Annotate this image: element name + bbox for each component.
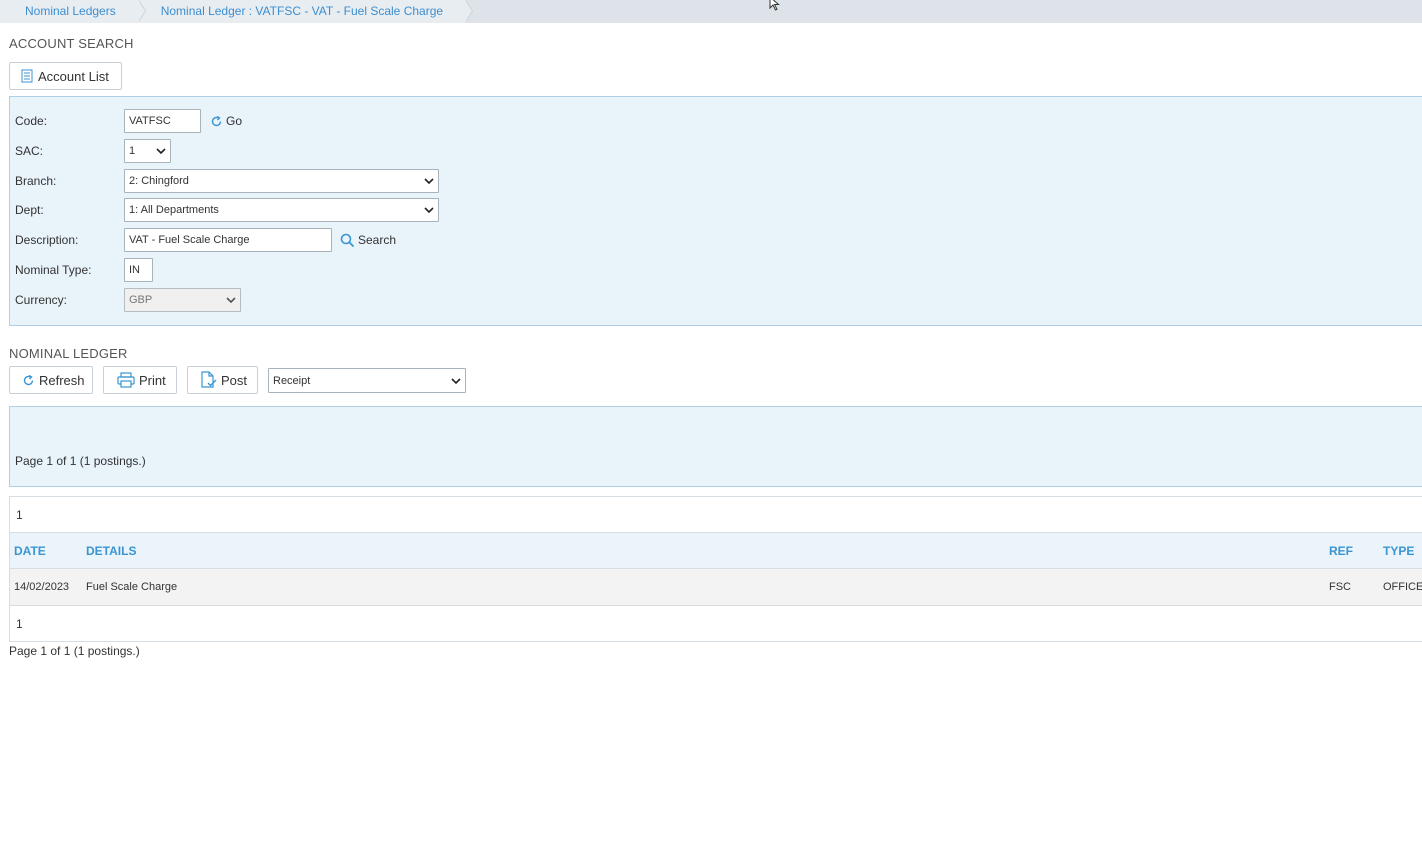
nominal-type-input[interactable]: IN (124, 258, 153, 282)
code-row: Code: VATFSC Go (15, 108, 615, 134)
sac-select[interactable]: 1 (124, 139, 171, 163)
chevron-down-icon (156, 148, 166, 154)
account-search-title: ACCOUNT SEARCH (9, 36, 134, 51)
footer-summary-text: Page 1 of 1 (1 postings.) (9, 644, 140, 658)
table-row[interactable]: 14/02/2023 Fuel Scale Charge FSC OFFICE (9, 569, 1422, 605)
cell-details: Fuel Scale Charge (86, 581, 178, 593)
post-label: Post (221, 372, 248, 388)
description-row: Description: VAT - Fuel Scale Charge Sea… (15, 227, 615, 253)
chevron-down-icon (451, 377, 461, 384)
dept-label: Dept: (15, 203, 44, 217)
top-pager: 1 (9, 496, 1422, 533)
print-label: Print (139, 372, 166, 388)
ledger-summary-text: Page 1 of 1 (1 postings.) (15, 454, 146, 468)
list-icon (20, 69, 34, 83)
ledger-summary-panel: Page 1 of 1 (1 postings.) (9, 406, 1422, 487)
breadcrumb-item-label[interactable]: Nominal Ledger : VATFSC - VAT - Fuel Sca… (161, 4, 443, 18)
go-button[interactable]: Go (210, 114, 242, 128)
description-input[interactable]: VAT - Fuel Scale Charge (124, 228, 332, 252)
search-icon (340, 233, 355, 248)
sac-label: SAC: (15, 144, 44, 158)
chevron-down-icon (424, 178, 434, 184)
currency-value: GBP (129, 294, 153, 306)
column-header-type[interactable]: TYPE (1383, 533, 1414, 569)
nominal-type-label: Nominal Type: (15, 263, 92, 277)
account-search-panel: Code: VATFSC Go SAC: 1 Branch: 2: Chingf… (9, 96, 1422, 326)
chevron-down-icon (226, 297, 236, 303)
column-header-details[interactable]: DETAILS (86, 533, 136, 569)
post-button[interactable]: Post (187, 366, 258, 394)
cell-type: OFFICE (1383, 581, 1422, 593)
bottom-pager: 1 (9, 605, 1422, 642)
description-label: Description: (15, 233, 79, 247)
refresh-icon (210, 115, 223, 128)
dept-value: 1: All Departments (129, 204, 219, 216)
branch-label: Branch: (15, 174, 57, 188)
sac-row: SAC: 1 (15, 138, 615, 164)
nominal-type-row: Nominal Type: IN (15, 257, 615, 283)
breadcrumb-item-label[interactable]: Nominal Ledgers (25, 4, 116, 18)
branch-value: 2: Chingford (129, 175, 189, 187)
branch-row: Branch: 2: Chingford (15, 168, 615, 194)
refresh-label: Refresh (39, 372, 85, 388)
account-list-button[interactable]: Account List (9, 62, 122, 90)
dept-select[interactable]: 1: All Departments (124, 198, 439, 222)
code-label: Code: (15, 114, 48, 128)
breadcrumb: Nominal Ledgers Nominal Ledger : VATFSC … (0, 0, 1422, 23)
post-type-value: Receipt (273, 374, 311, 387)
currency-select: GBP (124, 288, 241, 312)
refresh-icon (22, 374, 35, 387)
dept-row: Dept: 1: All Departments (15, 197, 615, 223)
nominal-ledger-title: NOMINAL LEDGER (9, 346, 128, 361)
column-header-ref[interactable]: REF (1329, 533, 1353, 569)
chevron-down-icon (424, 207, 434, 213)
cell-date: 14/02/2023 (14, 581, 70, 593)
print-button[interactable]: Print (103, 366, 177, 394)
refresh-button[interactable]: Refresh (9, 366, 93, 394)
currency-label: Currency: (15, 293, 68, 307)
account-list-label: Account List (38, 68, 109, 84)
code-input[interactable]: VATFSC (124, 109, 201, 133)
mouse-cursor-icon (769, 0, 780, 11)
breadcrumb-item-current-ledger[interactable]: Nominal Ledger : VATFSC - VAT - Fuel Sca… (137, 0, 474, 23)
breadcrumb-item-nominal-ledgers[interactable]: Nominal Ledgers (0, 0, 146, 23)
sac-value: 1 (129, 145, 136, 157)
currency-row: Currency: GBP (15, 287, 615, 313)
search-label: Search (358, 233, 397, 247)
search-button[interactable]: Search (340, 233, 396, 248)
pager-page-link[interactable]: 1 (16, 617, 23, 631)
ledger-table-header: DATE DETAILS REF TYPE (9, 533, 1422, 569)
printer-icon (117, 372, 135, 388)
go-label: Go (226, 114, 243, 128)
branch-select[interactable]: 2: Chingford (124, 169, 439, 193)
document-check-icon (200, 371, 217, 389)
cell-ref: FSC (1329, 581, 1351, 593)
post-type-select[interactable]: Receipt (268, 368, 466, 393)
pager-page-link[interactable]: 1 (16, 508, 23, 522)
column-header-date[interactable]: DATE (14, 533, 46, 569)
